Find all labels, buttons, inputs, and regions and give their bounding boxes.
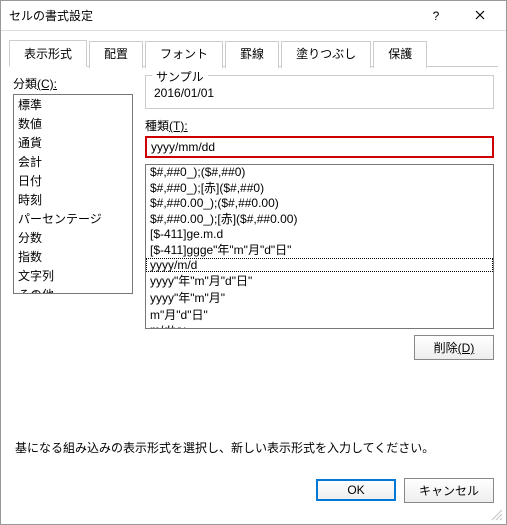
list-item[interactable]: その他 (14, 285, 132, 294)
list-item[interactable]: 通貨 (14, 133, 132, 152)
list-item[interactable]: $#,##0_);($#,##0) (146, 165, 493, 179)
list-item[interactable]: 文字列 (14, 266, 132, 285)
list-item[interactable]: $#,##0_);[赤]($#,##0) (146, 179, 493, 196)
list-item[interactable]: 指数 (14, 247, 132, 266)
window-title: セルの書式設定 (5, 7, 414, 24)
question-icon: ? (433, 9, 440, 23)
list-item[interactable]: 会計 (14, 152, 132, 171)
resize-grip-icon[interactable] (490, 508, 504, 522)
list-item[interactable]: 数値 (14, 114, 132, 133)
tab-number-format[interactable]: 表示形式 (9, 40, 87, 67)
list-item[interactable]: [$-411]ggge"年"m"月"d"日" (146, 241, 493, 258)
list-item[interactable]: 分数 (14, 228, 132, 247)
category-listbox[interactable]: 標準 数値 通貨 会計 日付 時刻 パーセンテージ 分数 指数 文字列 その他 … (13, 94, 133, 294)
list-item[interactable]: 標準 (14, 95, 132, 114)
tab-border[interactable]: 罫線 (225, 41, 279, 68)
list-item[interactable]: 日付 (14, 171, 132, 190)
tab-strip: 表示形式 配置 フォント 罫線 塗りつぶし 保護 (1, 35, 506, 66)
list-item[interactable]: yyyy/m/d (146, 258, 493, 272)
list-item[interactable]: 時刻 (14, 190, 132, 209)
list-item[interactable]: [$-411]ge.m.d (146, 227, 493, 241)
list-item[interactable]: $#,##0.00_);($#,##0.00) (146, 196, 493, 210)
list-item[interactable]: yyyy"年"m"月"d"日" (146, 272, 493, 289)
cancel-button[interactable]: キャンセル (404, 478, 494, 503)
sample-group: サンプル 2016/01/01 (145, 75, 494, 109)
close-icon (475, 9, 485, 23)
help-button[interactable]: ? (414, 2, 458, 30)
tab-protection[interactable]: 保護 (373, 41, 427, 68)
list-item[interactable]: m/d/yy (146, 323, 493, 329)
list-item[interactable]: m"月"d"日" (146, 306, 493, 323)
list-item[interactable]: パーセンテージ (14, 209, 132, 228)
tab-fill[interactable]: 塗りつぶし (281, 41, 371, 68)
tab-alignment[interactable]: 配置 (89, 41, 143, 68)
close-button[interactable] (458, 2, 502, 30)
category-label: 分類(C): (13, 75, 133, 92)
hint-text: 基になる組み込みの表示形式を選択し、新しい表示形式を入力してください。 (15, 439, 492, 456)
tab-panel: 分類(C): 標準 数値 通貨 会計 日付 時刻 パーセンテージ 分数 指数 文… (9, 66, 498, 464)
sample-legend: サンプル (152, 68, 208, 85)
title-bar: セルの書式設定 ? (1, 1, 506, 31)
type-listbox[interactable]: $#,##0_);($#,##0) $#,##0_);[赤]($#,##0) $… (145, 164, 494, 329)
list-item[interactable]: yyyy"年"m"月" (146, 289, 493, 306)
tab-font[interactable]: フォント (145, 41, 223, 68)
type-label: 種類(T): (145, 117, 494, 134)
type-input[interactable] (145, 136, 494, 158)
ok-button[interactable]: OK (316, 479, 396, 501)
dialog-footer: OK キャンセル (1, 464, 506, 524)
list-item[interactable]: $#,##0.00_);[赤]($#,##0.00) (146, 210, 493, 227)
delete-button[interactable]: 削除(D) (414, 335, 494, 360)
